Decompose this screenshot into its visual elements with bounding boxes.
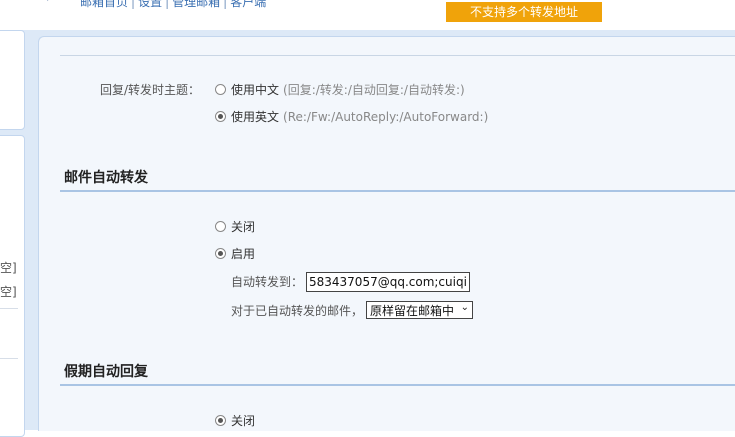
select-value: 原样留在邮箱中 xyxy=(370,303,455,318)
auto-forward-option-on[interactable]: 启用 xyxy=(215,245,255,262)
warning-badge: 不支持多个转发地址 xyxy=(446,2,602,22)
left-empty-label-1: 空] xyxy=(0,261,17,275)
after-forward-select[interactable]: 原样留在邮箱中 ⌄ xyxy=(366,301,473,319)
radio-checked-icon[interactable] xyxy=(215,248,226,259)
auto-forward-title: 邮件自动转发 xyxy=(64,170,148,186)
option-hint: (Re:/Fw:/AutoReply:/AutoForward:) xyxy=(283,109,489,124)
left-sidebar-card-top xyxy=(0,30,25,130)
option-label: 关闭 xyxy=(231,220,256,234)
option-label: 关闭 xyxy=(231,414,256,428)
forward-to-input[interactable] xyxy=(306,272,470,292)
reply-subject-option-english[interactable]: 使用英文 (Re:/Fw:/AutoReply:/AutoForward:) xyxy=(215,108,488,125)
left-empty-label-2: 空] xyxy=(0,285,17,299)
top-bar: › 邮箱首页|设置|管理邮箱|客户端 不支持多个转发地址 xyxy=(0,0,735,30)
radio-unchecked-icon[interactable] xyxy=(215,221,226,232)
radio-unchecked-icon[interactable] xyxy=(215,84,226,95)
reply-subject-option-chinese[interactable]: 使用中文 (回复:/转发:/自动回复:/自动转发:) xyxy=(215,81,465,98)
top-nav-links: 邮箱首页 | 设置 | 管理邮箱 | 客户端 xyxy=(80,0,266,10)
left-divider-2 xyxy=(0,358,18,359)
option-label: 使用中文 xyxy=(231,83,280,97)
nav-link-client[interactable]: 客户端 xyxy=(230,0,266,9)
vacation-reply-title: 假期自动回复 xyxy=(64,364,148,380)
left-divider-1 xyxy=(0,308,18,309)
chevron-right-icon: › xyxy=(46,0,51,6)
forward-to-label: 自动转发到： xyxy=(231,275,304,289)
radio-checked-icon[interactable] xyxy=(215,111,226,122)
vacation-reply-option-off[interactable]: 关闭 xyxy=(215,412,255,429)
section-divider xyxy=(60,190,735,192)
section-divider xyxy=(60,384,735,386)
option-label: 启用 xyxy=(231,247,256,261)
chevron-down-icon: ⌄ xyxy=(460,302,469,313)
nav-link-settings[interactable]: 设置 xyxy=(138,0,162,9)
reply-subject-label: 回复/转发时主题： xyxy=(100,83,201,97)
after-forward-label: 对于已自动转发的邮件， xyxy=(231,304,364,318)
option-hint: (回复:/转发:/自动回复:/自动转发:) xyxy=(283,83,465,97)
option-label: 使用英文 xyxy=(231,110,280,124)
nav-link-manage-mailbox[interactable]: 管理邮箱 xyxy=(172,0,220,9)
nav-link-mail-home[interactable]: 邮箱首页 xyxy=(80,0,128,9)
top-divider xyxy=(60,55,735,56)
radio-checked-icon[interactable] xyxy=(215,415,226,426)
auto-forward-option-off[interactable]: 关闭 xyxy=(215,218,255,235)
